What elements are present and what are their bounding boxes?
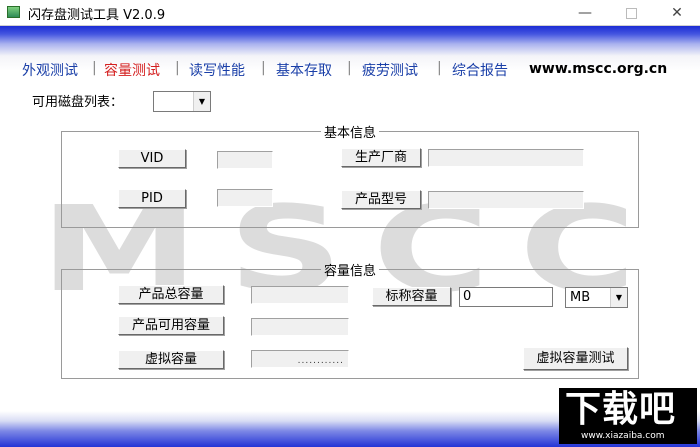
website-link[interactable]: www.mscc.org.cn (529, 61, 667, 77)
available-capacity-field[interactable] (251, 318, 349, 336)
pid-field[interactable] (217, 189, 273, 207)
chevron-down-icon[interactable]: ▼ (610, 288, 627, 307)
minimize-button[interactable]: — (562, 0, 608, 26)
xiazaiba-logo-text: 下载吧 (565, 389, 677, 430)
xiazaiba-logo-url: www.xiazaiba.com (581, 431, 665, 441)
total-capacity-field[interactable] (251, 286, 349, 304)
app-icon (7, 6, 20, 18)
maximize-button[interactable] (608, 0, 654, 26)
virtual-capacity-test-button[interactable]: 虚拟容量测试 (523, 347, 628, 370)
nav-separator: | (175, 60, 180, 76)
virtual-capacity-button[interactable]: 虚拟容量 (118, 350, 224, 369)
window-title: 闪存盘测试工具 V2.0.9 (28, 8, 166, 23)
nav-separator: | (92, 60, 97, 76)
model-button[interactable]: 产品型号 (341, 190, 421, 209)
close-button[interactable]: ✕ (654, 0, 700, 26)
basic-info-group: 基本信息 (61, 122, 639, 228)
model-field[interactable] (428, 191, 584, 209)
nav-separator: | (347, 60, 352, 76)
chevron-down-icon[interactable]: ▼ (193, 92, 210, 111)
vendor-field[interactable] (428, 149, 584, 167)
vid-button[interactable]: VID (118, 149, 186, 168)
minimize-icon: — (578, 5, 592, 21)
unit-select[interactable]: MB ▼ (565, 287, 628, 308)
xiazaiba-logo: 下载吧 www.xiazaiba.com (559, 388, 697, 444)
vid-field[interactable] (217, 151, 273, 169)
nominal-capacity-input[interactable]: 0 (459, 287, 553, 307)
tab-fatigue-test[interactable]: 疲劳测试 (362, 60, 418, 80)
tab-read-write-performance[interactable]: 读写性能 (189, 60, 245, 80)
capacity-info-title: 容量信息 (323, 264, 376, 279)
tab-appearance-test[interactable]: 外观测试 (22, 60, 78, 80)
virtual-capacity-dots: ............ (297, 356, 344, 366)
available-capacity-button[interactable]: 产品可用容量 (118, 316, 224, 335)
basic-info-title: 基本信息 (323, 126, 376, 141)
disk-list-label: 可用磁盘列表： (32, 95, 124, 110)
maximize-icon (625, 7, 637, 19)
tab-comprehensive-report[interactable]: 综合报告 (452, 60, 508, 80)
vendor-button[interactable]: 生产厂商 (341, 148, 421, 167)
title-bar: 闪存盘测试工具 V2.0.9 — ✕ (0, 0, 700, 26)
tab-basic-access[interactable]: 基本存取 (276, 60, 332, 80)
close-icon: ✕ (671, 5, 683, 21)
nav-separator: | (437, 60, 442, 76)
nav-separator: | (261, 60, 266, 76)
unit-value: MB (570, 290, 591, 305)
tab-capacity-test[interactable]: 容量测试 (104, 60, 160, 80)
pid-button[interactable]: PID (118, 189, 186, 208)
total-capacity-button[interactable]: 产品总容量 (118, 285, 224, 304)
virtual-capacity-field[interactable]: ............ (251, 350, 349, 368)
disk-list-select[interactable]: ▼ (153, 91, 211, 112)
nominal-capacity-button[interactable]: 标称容量 (372, 287, 451, 306)
